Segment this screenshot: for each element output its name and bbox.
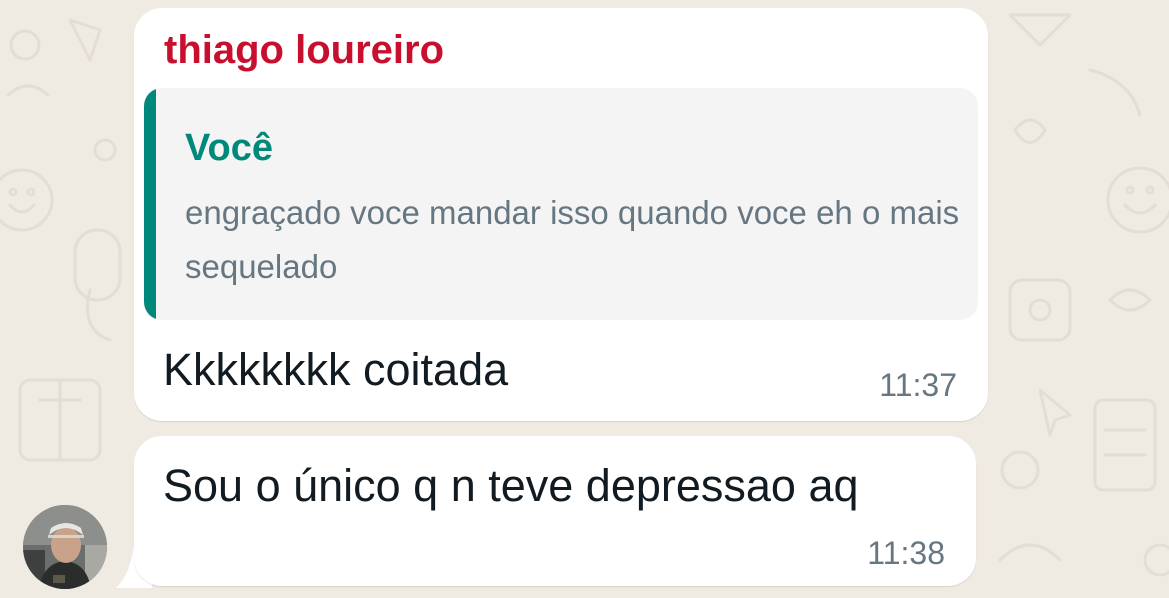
quoted-message[interactable]: Você engraçado voce mandar isso quando v… [144,88,978,320]
quote-accent-bar [144,88,156,320]
message-time: 11:37 [879,367,957,403]
message-text: Sou o único q n teve depressao aq [163,460,859,511]
profile-photo-icon [23,505,107,589]
message-bubble-incoming[interactable]: Sou o único q n teve depressao aq 11:38 [134,436,976,586]
quoted-author: Você [185,127,274,169]
message-bubble-incoming[interactable]: thiago loureiro Você engraçado voce mand… [134,8,988,421]
message-time: 11:38 [867,535,945,571]
message-text: Kkkkkkkk coitada [163,344,509,395]
sender-name[interactable]: thiago loureiro [164,30,444,70]
sender-avatar[interactable] [23,505,107,589]
quoted-text: engraçado voce mandar isso quando voce e… [185,194,960,285]
